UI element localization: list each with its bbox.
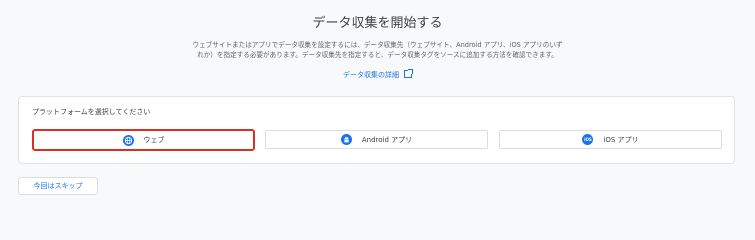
platform-web-button[interactable]: ウェブ bbox=[32, 129, 255, 151]
ios-icon: iOS bbox=[582, 134, 594, 145]
description-line-2: れか）を指定する必要があります。データ収集先を指定すると、データ収集タグをソース… bbox=[197, 51, 558, 59]
data-collection-page: データ収集を開始する ウェブサイトまたはアプリでデータ収集を設定するには、データ… bbox=[0, 0, 755, 205]
globe-icon bbox=[122, 134, 134, 146]
platform-select-label: プラットフォームを選択してください bbox=[32, 108, 151, 116]
open-in-new-icon bbox=[404, 69, 413, 78]
platform-ios-button[interactable]: iOS iOS アプリ bbox=[499, 130, 722, 149]
android-icon bbox=[340, 134, 352, 145]
platform-android-button[interactable]: Android アプリ bbox=[265, 130, 488, 149]
page-title: データ収集を開始する bbox=[312, 16, 443, 31]
ios-icon-text: iOS bbox=[584, 137, 592, 142]
learn-more-label: データ収集の詳細 bbox=[343, 71, 399, 79]
skip-button[interactable]: 今回はスキップ bbox=[18, 177, 98, 195]
platform-android-label: Android アプリ bbox=[361, 135, 413, 144]
platform-ios-label: iOS アプリ bbox=[603, 135, 639, 144]
learn-more-link[interactable]: データ収集の詳細 bbox=[0, 69, 755, 80]
page-description: ウェブサイトまたはアプリでデータ収集を設定するには、データ収集先（ウェブサイト、… bbox=[150, 40, 605, 60]
description-line-1: ウェブサイトまたはアプリでデータ収集を設定するには、データ収集先（ウェブサイト、… bbox=[192, 41, 563, 49]
platform-card: プラットフォームを選択してください ウェブ Android アプリ iOS iO… bbox=[18, 96, 735, 164]
platform-web-label: ウェブ bbox=[143, 136, 165, 144]
